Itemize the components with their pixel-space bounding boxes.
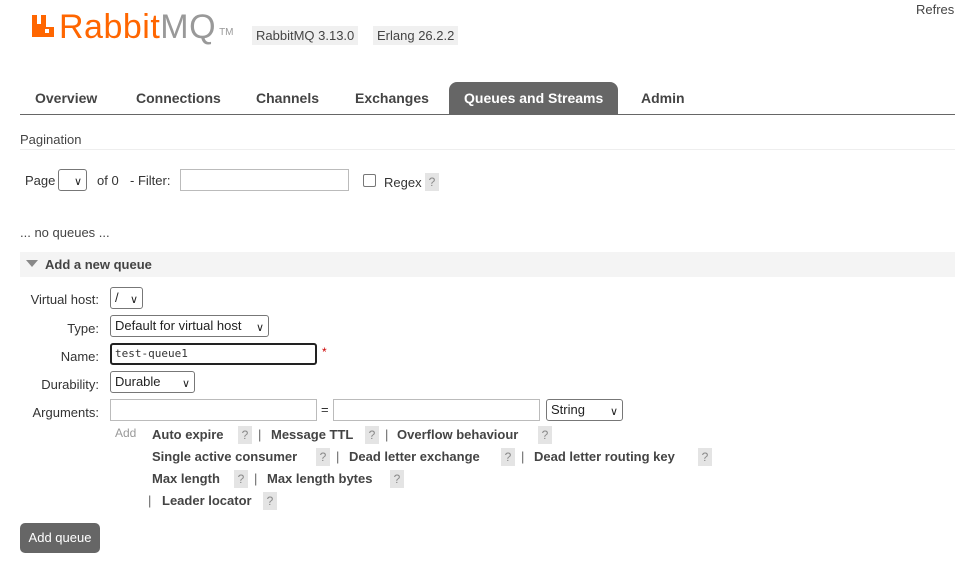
arg-link-message-ttl[interactable]: Message TTL <box>271 427 353 442</box>
separator: | <box>336 449 340 464</box>
durability-select[interactable]: Durable ∨ <box>110 371 195 393</box>
logo-trademark: TM <box>219 27 234 38</box>
help-icon[interactable]: ? <box>538 426 552 444</box>
argument-key-input[interactable] <box>110 399 317 421</box>
durability-label: Durability: <box>41 377 99 392</box>
help-icon[interactable]: ? <box>263 492 277 510</box>
arg-link-dead-letter-exchange[interactable]: Dead letter exchange <box>349 449 480 464</box>
filter-label: - Filter: <box>130 173 171 188</box>
regex-help-icon[interactable]: ? <box>425 173 439 191</box>
separator: | <box>385 427 389 442</box>
argument-value-input[interactable] <box>333 399 540 421</box>
arg-link-dead-letter-routing-key[interactable]: Dead letter routing key <box>534 449 675 464</box>
arguments-label: Arguments: <box>32 405 99 420</box>
virtual-host-select[interactable]: / ∨ <box>110 287 143 309</box>
chevron-down-icon: ∨ <box>609 406 618 418</box>
help-icon[interactable]: ? <box>238 426 252 444</box>
separator: | <box>148 493 152 508</box>
rabbit-logo-icon <box>30 13 56 39</box>
logo-wordmark: RabbitMQ <box>59 8 217 46</box>
tab-admin[interactable]: Admin <box>626 82 700 114</box>
rabbitmq-logo: RabbitMQ TM <box>30 10 234 44</box>
add-argument-label: Add <box>115 426 137 440</box>
chevron-down-icon: ∨ <box>73 176 82 188</box>
rabbitmq-version-badge: RabbitMQ 3.13.0 <box>252 26 359 45</box>
tab-channels[interactable]: Channels <box>241 82 334 114</box>
separator: | <box>521 449 525 464</box>
no-queues-message: ... no queues ... <box>20 225 110 240</box>
separator: | <box>258 427 262 442</box>
tab-overview[interactable]: Overview <box>20 82 112 114</box>
main-nav-tabs: Overview Connections Channels Exchanges … <box>20 82 955 115</box>
arg-link-leader-locator[interactable]: Leader locator <box>162 493 252 508</box>
arg-link-single-active-consumer[interactable]: Single active consumer <box>152 449 297 464</box>
argument-type-select[interactable]: String ∨ <box>546 399 623 421</box>
help-icon[interactable]: ? <box>698 448 712 466</box>
page-select[interactable]: ∨ <box>58 169 87 191</box>
triangle-down-icon <box>26 260 38 267</box>
arg-link-max-length-bytes[interactable]: Max length bytes <box>267 471 372 486</box>
filter-input[interactable] <box>180 169 349 191</box>
add-queue-section-toggle[interactable]: Add a new queue <box>20 252 955 277</box>
queue-type-select[interactable]: Default for virtual host ∨ <box>110 315 269 337</box>
virtual-host-label: Virtual host: <box>30 292 99 307</box>
type-label: Type: <box>67 321 99 336</box>
tab-connections[interactable]: Connections <box>121 82 236 114</box>
add-queue-section-title: Add a new queue <box>45 257 152 272</box>
page-count-label: of 0 <box>97 173 119 188</box>
regex-checkbox[interactable] <box>363 174 376 187</box>
refresh-control[interactable]: Refresh <box>916 2 955 17</box>
pagination-divider <box>20 149 955 150</box>
help-icon[interactable]: ? <box>316 448 330 466</box>
erlang-version-badge: Erlang 26.2.2 <box>373 26 459 45</box>
tab-exchanges[interactable]: Exchanges <box>340 82 444 114</box>
help-icon[interactable]: ? <box>365 426 379 444</box>
arg-link-max-length[interactable]: Max length <box>152 471 220 486</box>
arg-link-overflow-behaviour[interactable]: Overflow behaviour <box>397 427 518 442</box>
pagination-heading: Pagination <box>20 132 82 147</box>
help-icon[interactable]: ? <box>390 470 404 488</box>
chevron-down-icon: ∨ <box>255 322 264 334</box>
chevron-down-icon: ∨ <box>129 294 138 306</box>
regex-label: Regex <box>384 175 422 190</box>
help-icon[interactable]: ? <box>501 448 515 466</box>
page-label: Page <box>25 173 56 188</box>
required-asterisk: * <box>322 345 327 359</box>
queue-name-input[interactable]: test-queue1 <box>110 343 317 365</box>
add-queue-button[interactable]: Add queue <box>20 523 100 553</box>
separator: | <box>254 471 258 486</box>
arg-link-auto-expire[interactable]: Auto expire <box>152 427 224 442</box>
argument-equals: = <box>321 402 329 417</box>
chevron-down-icon: ∨ <box>181 378 190 390</box>
name-label: Name: <box>60 349 99 364</box>
help-icon[interactable]: ? <box>234 470 248 488</box>
tab-queues-and-streams[interactable]: Queues and Streams <box>449 82 619 114</box>
